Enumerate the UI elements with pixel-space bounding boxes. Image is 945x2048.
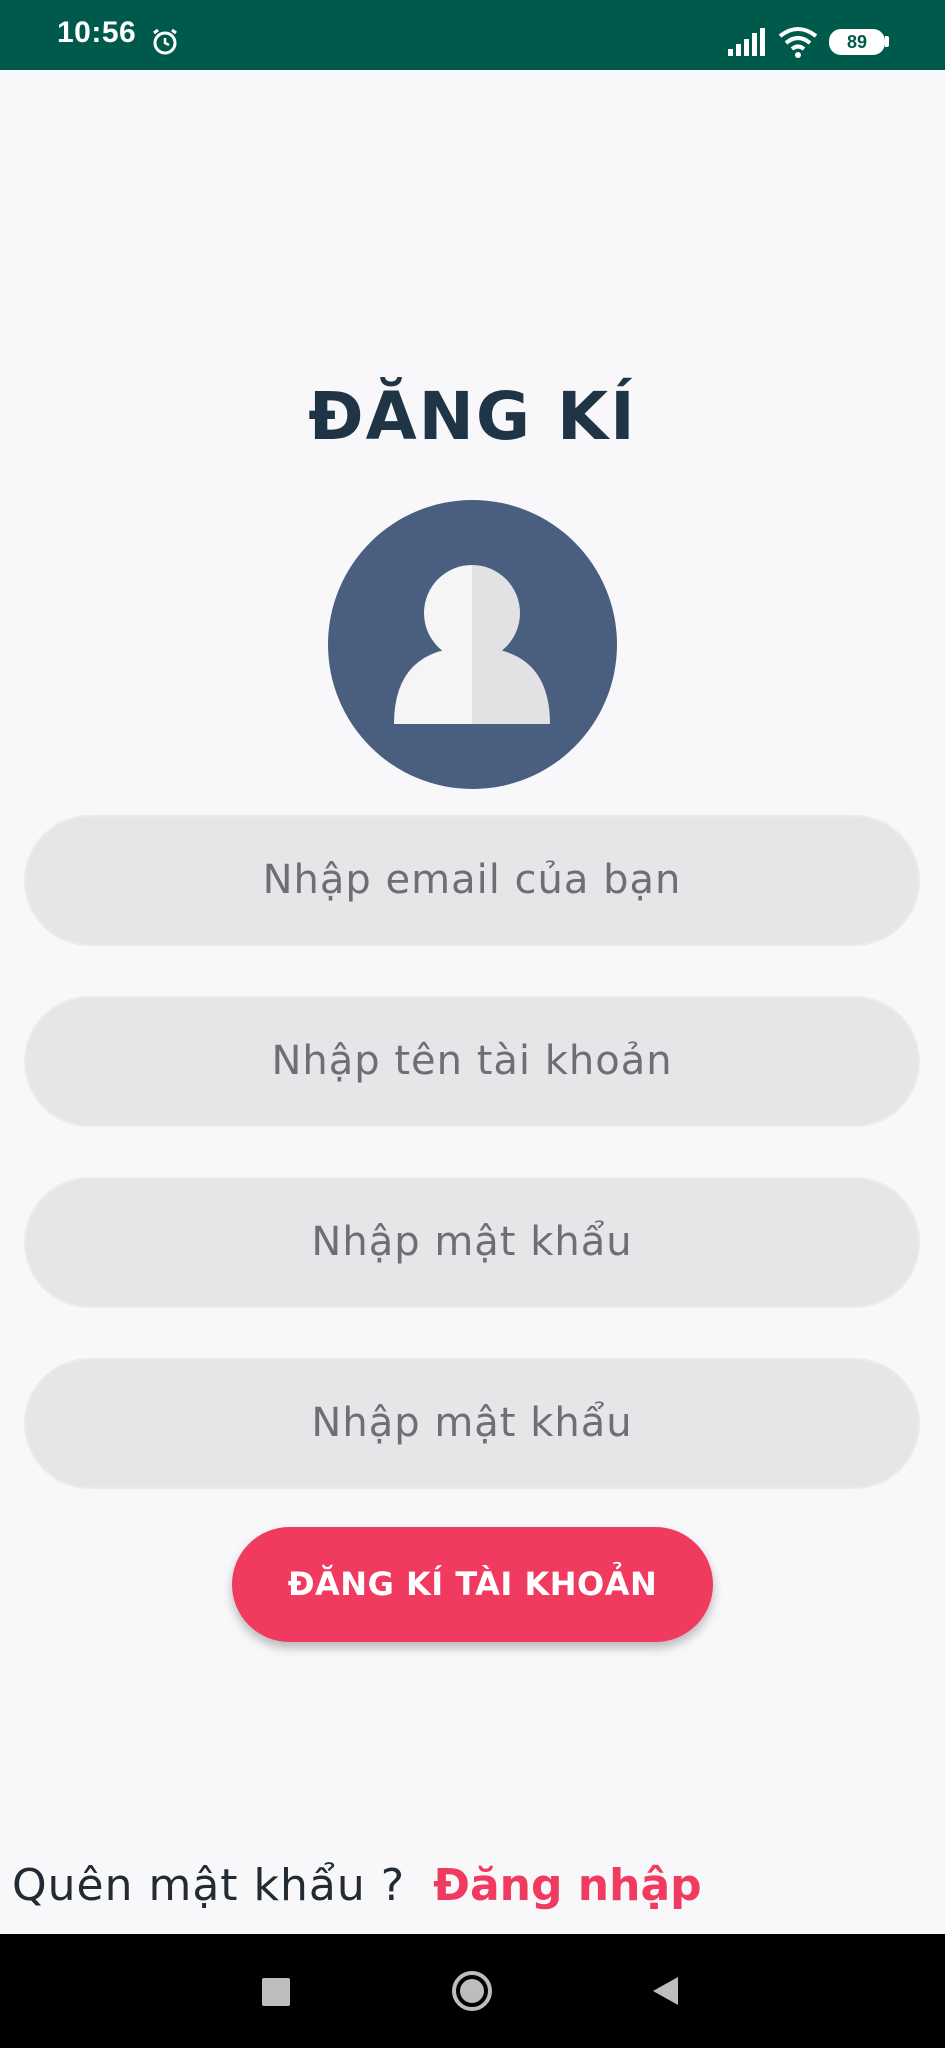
confirm-password-field[interactable]: Nhập mật khẩu [24,1358,920,1489]
home-icon[interactable] [451,1970,493,2012]
username-field[interactable]: Nhập tên tài khoản [24,996,920,1127]
recent-apps-icon[interactable] [262,1978,290,2006]
battery-level: 89 [829,29,885,55]
forgot-password-link[interactable]: Quên mật khẩu ? [12,1860,405,1911]
register-button[interactable]: ĐĂNG KÍ TÀI KHOẢN [232,1527,713,1642]
footer-links: Quên mật khẩu ? Đăng nhập [12,1855,702,1915]
password-field[interactable]: Nhập mật khẩu [24,1177,920,1308]
alarm-icon [153,28,177,55]
status-time: 10:56 [57,16,137,49]
page-title: ĐĂNG KÍ [308,378,637,455]
back-icon[interactable] [650,1975,680,2007]
navigation-bar [0,1934,945,2048]
status-bar: 10:56 89 [0,0,945,70]
email-field[interactable]: Nhập email của bạn [24,815,920,946]
signal-icon [728,28,765,56]
user-avatar-icon [328,500,617,789]
battery-icon: 89 [829,29,889,55]
login-link[interactable]: Đăng nhập [433,1860,702,1911]
wifi-icon [778,27,818,58]
